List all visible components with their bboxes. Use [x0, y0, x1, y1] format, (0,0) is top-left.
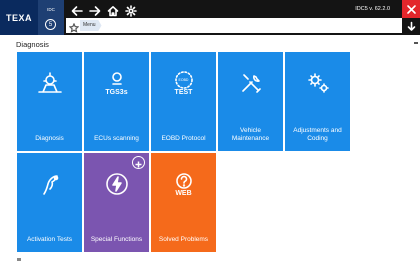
idc5-label: IDC [47, 7, 55, 12]
tile-label: EOBD Protocol [161, 135, 206, 142]
tile-label: ECUs scanning [94, 135, 139, 142]
idc5-logo: IDC 5 [38, 0, 64, 35]
tile-label: Diagnosis [35, 135, 64, 142]
tile-label: Activation Tests [26, 236, 73, 243]
download-button[interactable] [402, 18, 420, 35]
lightning-icon [84, 167, 149, 201]
tile-label: Adjustments and Coding [293, 127, 342, 142]
top-bar: TEXA IDC 5 IDC5 v. 62.2.0 Menu [0, 0, 420, 35]
close-icon [406, 4, 416, 14]
scroll-indicator[interactable] [414, 42, 418, 44]
tgs3s-text: TGS3s [105, 89, 128, 96]
tile-ecus-scanning[interactable]: TGS3s ECUs scanning [84, 52, 149, 151]
test-text: TEST [174, 89, 193, 96]
tile-eobd-protocol[interactable]: EOBD TEST EOBD Protocol [151, 52, 216, 151]
close-button[interactable] [402, 0, 420, 18]
gears-icon [285, 66, 350, 100]
tile-label: Vehicle Maintenance [231, 127, 270, 142]
version-label: IDC5 v. 62.2.0 [355, 6, 390, 12]
breadcrumb: Menu [66, 18, 402, 33]
tile-vehicle-maintenance[interactable]: Vehicle Maintenance [218, 52, 283, 151]
breadcrumb-item-menu[interactable]: Menu [80, 20, 102, 31]
texa-logo: TEXA [0, 0, 38, 35]
wrench-screwdriver-icon [218, 66, 283, 100]
section-title: Diagnosis [16, 40, 49, 49]
tile-label: Solved Problems [158, 236, 209, 243]
arrow-down-icon [407, 21, 415, 31]
car-diagnosis-icon [17, 66, 82, 100]
web-text: WEB [175, 190, 192, 197]
airbag-activation-icon [17, 167, 82, 201]
tile-activation-tests[interactable]: Activation Tests [17, 153, 82, 252]
tile-solved-problems[interactable]: WEB Solved Problems [151, 153, 216, 252]
idc5-number-circle: 5 [45, 19, 56, 30]
tile-special-functions[interactable]: Special Functions [84, 153, 149, 252]
favorite-star-icon[interactable] [68, 20, 80, 33]
tile-adjustments-coding[interactable]: Adjustments and Coding [285, 52, 350, 151]
tile-diagnosis[interactable]: Diagnosis [17, 52, 82, 151]
tile-label: Special Functions [90, 236, 143, 243]
eobd-small-text: EOBD [178, 78, 189, 82]
